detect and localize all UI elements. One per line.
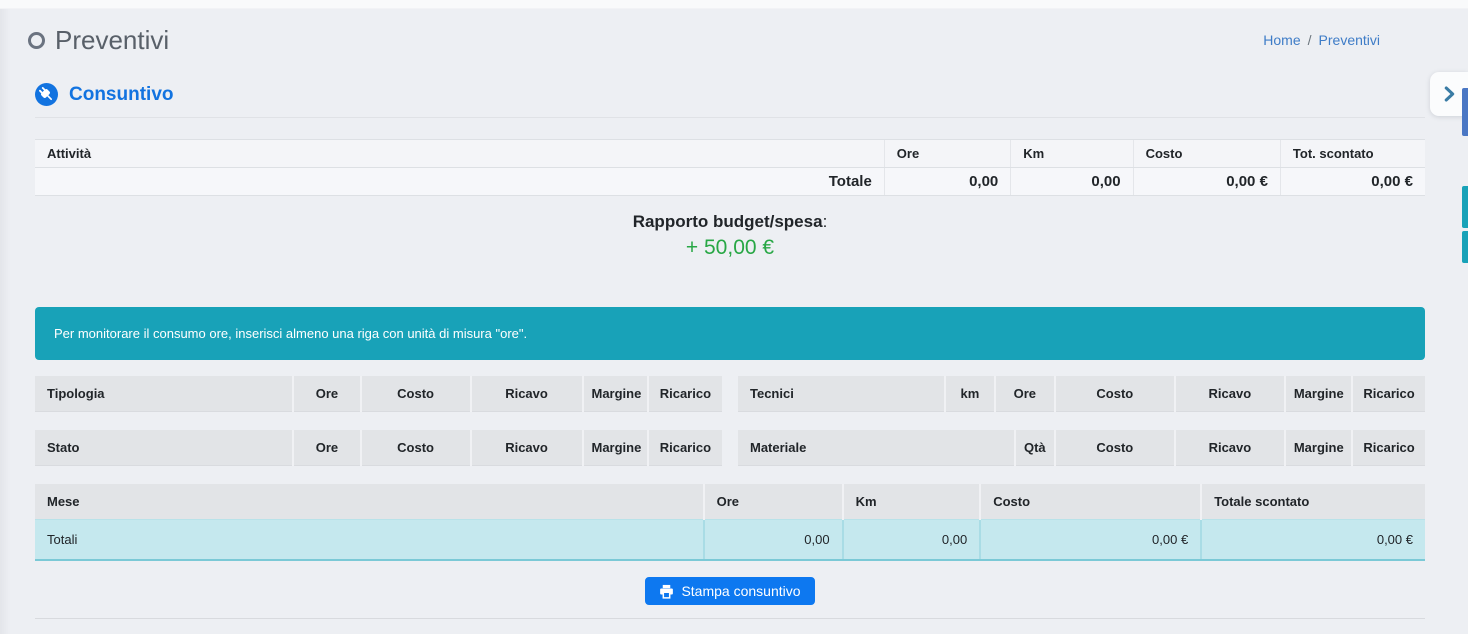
col-header-costo: Costo — [980, 484, 1201, 520]
activity-table: Attività Ore Km Costo Tot. scontato Tota… — [35, 139, 1425, 196]
col-header-ore: Ore — [995, 376, 1055, 412]
col-header-ricavo: Ricavo — [471, 376, 583, 412]
top-bar — [0, 0, 1468, 9]
totals-costo: 0,00 € — [980, 520, 1201, 561]
col-header-ricavo: Ricavo — [471, 430, 583, 466]
section-header: Consuntivo — [35, 83, 1425, 106]
col-header-stato: Stato — [35, 430, 293, 466]
month-totals-row: Totali 0,00 0,00 0,00 € 0,00 € — [35, 520, 1425, 561]
col-header-ricarico: Ricarico — [1352, 376, 1425, 412]
col-header-costo: Costo — [361, 430, 471, 466]
budget-report: Rapporto budget/spesa: + 50,00 € — [35, 212, 1425, 260]
col-header-tecnici: Tecnici — [738, 376, 945, 412]
col-header-totale-scontato: Totale scontato — [1201, 484, 1425, 520]
breadcrumb-home-link[interactable]: Home — [1263, 32, 1300, 48]
print-report-button[interactable]: Stampa consuntivo — [645, 577, 814, 605]
col-header-margine: Margine — [583, 430, 648, 466]
col-header-margine: Margine — [1285, 430, 1352, 466]
tipologia-table: Tipologia Ore Costo Ricavo Margine Ricar… — [35, 376, 722, 412]
budget-report-value: + 50,00 € — [35, 236, 1425, 260]
totals-label: Totali — [35, 520, 704, 561]
col-header-ore: Ore — [884, 140, 1010, 168]
total-label: Totale — [35, 168, 884, 196]
totals-totale-scontato: 0,00 € — [1201, 520, 1425, 561]
printer-icon — [659, 584, 674, 599]
col-header-ricavo: Ricavo — [1175, 376, 1285, 412]
col-header-margine: Margine — [1285, 376, 1352, 412]
total-tot-scontato: 0,00 € — [1280, 168, 1425, 196]
chevron-right-icon — [1438, 83, 1460, 105]
summary-tables-grid: Tipologia Ore Costo Ricavo Margine Ricar… — [35, 376, 1425, 466]
col-header-margine: Margine — [583, 376, 648, 412]
activity-total-row: Totale 0,00 0,00 0,00 € 0,00 € — [35, 168, 1425, 196]
stato-table: Stato Ore Costo Ricavo Margine Ricarico — [35, 430, 722, 466]
col-header-costo: Costo — [1055, 430, 1175, 466]
month-table-header-row: Mese Ore Km Costo Totale scontato — [35, 484, 1425, 520]
edge-hidden-button-teal-1[interactable] — [1462, 186, 1468, 228]
plug-icon — [35, 83, 58, 106]
total-costo: 0,00 € — [1133, 168, 1280, 196]
edge-hidden-button-teal-2[interactable] — [1462, 231, 1468, 263]
activity-table-header-row: Attività Ore Km Costo Tot. scontato — [35, 140, 1425, 168]
col-header-ore: Ore — [293, 430, 360, 466]
tecnici-table: Tecnici km Ore Costo Ricavo Margine Rica… — [738, 376, 1425, 412]
section-title: Consuntivo — [69, 84, 174, 106]
footer-divider — [35, 618, 1425, 619]
section-divider — [35, 117, 1425, 118]
col-header-ricarico: Ricarico — [648, 430, 722, 466]
edge-hidden-button-blue[interactable] — [1462, 88, 1468, 136]
col-header-ricarico: Ricarico — [1352, 430, 1425, 466]
info-banner: Per monitorare il consumo ore, inserisci… — [35, 307, 1425, 360]
col-header-ore: Ore — [293, 376, 360, 412]
col-header-materiale: Materiale — [738, 430, 1015, 466]
col-header-costo: Costo — [1133, 140, 1280, 168]
materiale-table: Materiale Qtà Costo Ricavo Margine Ricar… — [738, 430, 1425, 466]
col-header-tot-scontato: Tot. scontato — [1280, 140, 1425, 168]
col-header-km: km — [945, 376, 995, 412]
col-header-qta: Qtà — [1015, 430, 1055, 466]
page-header: Preventivi Home / Preventivi — [0, 9, 1468, 56]
totals-ore: 0,00 — [704, 520, 843, 561]
col-header-costo: Costo — [361, 376, 471, 412]
col-header-tipologia: Tipologia — [35, 376, 293, 412]
total-ore: 0,00 — [884, 168, 1010, 196]
breadcrumb-separator: / — [1308, 32, 1312, 48]
budget-report-label: Rapporto budget/spesa: — [35, 212, 1425, 232]
col-header-mese: Mese — [35, 484, 704, 520]
circle-ring-icon — [28, 32, 45, 49]
page-title: Preventivi — [55, 25, 169, 56]
actions-row: Stampa consuntivo — [35, 577, 1425, 605]
col-header-attivita: Attività — [35, 140, 884, 168]
collapsed-left-sidebar-edge — [0, 9, 10, 634]
breadcrumb-current-link[interactable]: Preventivi — [1319, 32, 1380, 48]
col-header-km: Km — [1011, 140, 1133, 168]
month-table: Mese Ore Km Costo Totale scontato Totali… — [35, 484, 1425, 561]
col-header-costo: Costo — [1055, 376, 1175, 412]
total-km: 0,00 — [1011, 168, 1133, 196]
breadcrumb: Home / Preventivi — [1263, 32, 1380, 56]
col-header-ore: Ore — [704, 484, 843, 520]
col-header-km: Km — [843, 484, 981, 520]
col-header-ricavo: Ricavo — [1175, 430, 1285, 466]
print-report-label: Stampa consuntivo — [681, 583, 800, 599]
info-banner-message: Per monitorare il consumo ore, inserisci… — [54, 326, 527, 341]
totals-km: 0,00 — [843, 520, 981, 561]
col-header-ricarico: Ricarico — [648, 376, 722, 412]
